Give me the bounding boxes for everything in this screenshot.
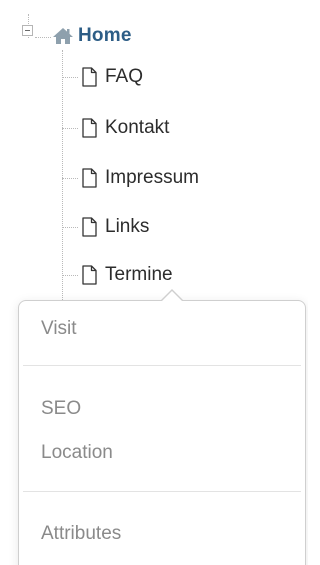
- page-icon: [81, 118, 98, 138]
- tree-node-label-home: Home: [78, 25, 132, 46]
- home-icon: [52, 26, 74, 46]
- menu-item-visit[interactable]: Visit: [41, 318, 77, 340]
- tree-node-label: Termine: [105, 264, 173, 285]
- tree-node-kontakt[interactable]: Kontakt: [62, 113, 169, 143]
- tree-node-faq[interactable]: FAQ: [62, 62, 143, 92]
- tree-connector: [62, 127, 78, 129]
- tree-node-label: Kontakt: [105, 117, 170, 138]
- tree-connector: [62, 274, 78, 276]
- menu-divider: [23, 491, 301, 492]
- page-icon: [81, 168, 98, 188]
- menu-item-location[interactable]: Location: [41, 442, 113, 464]
- page-tree-panel: Home FAQ Kontakt Impressum Links Termine…: [0, 0, 308, 565]
- tree-node-home[interactable]: Home: [52, 18, 132, 54]
- page-icon: [81, 265, 98, 285]
- tree-node-label: Links: [105, 216, 150, 237]
- menu-item-seo[interactable]: SEO: [41, 398, 81, 420]
- menu-item-attributes[interactable]: Attributes: [41, 523, 121, 545]
- menu-divider: [23, 365, 301, 366]
- tree-connector: [62, 226, 78, 228]
- tree-connector: [62, 177, 78, 179]
- tree-node-label: FAQ: [105, 66, 144, 87]
- tree-node-links[interactable]: Links: [62, 212, 149, 242]
- page-icon: [81, 67, 98, 87]
- tree-connector: [62, 76, 78, 78]
- tree-node-impressum[interactable]: Impressum: [62, 163, 199, 193]
- tree-node-label: Impressum: [105, 167, 199, 188]
- tree-connector-root-horizontal: [35, 37, 51, 38]
- context-menu-pointer-fill: [161, 291, 183, 302]
- page-icon: [81, 217, 98, 237]
- context-menu: Visit SEO Location Attributes: [18, 300, 306, 565]
- collapse-toggle-home[interactable]: [22, 25, 33, 36]
- tree-node-termine[interactable]: Termine: [62, 260, 173, 290]
